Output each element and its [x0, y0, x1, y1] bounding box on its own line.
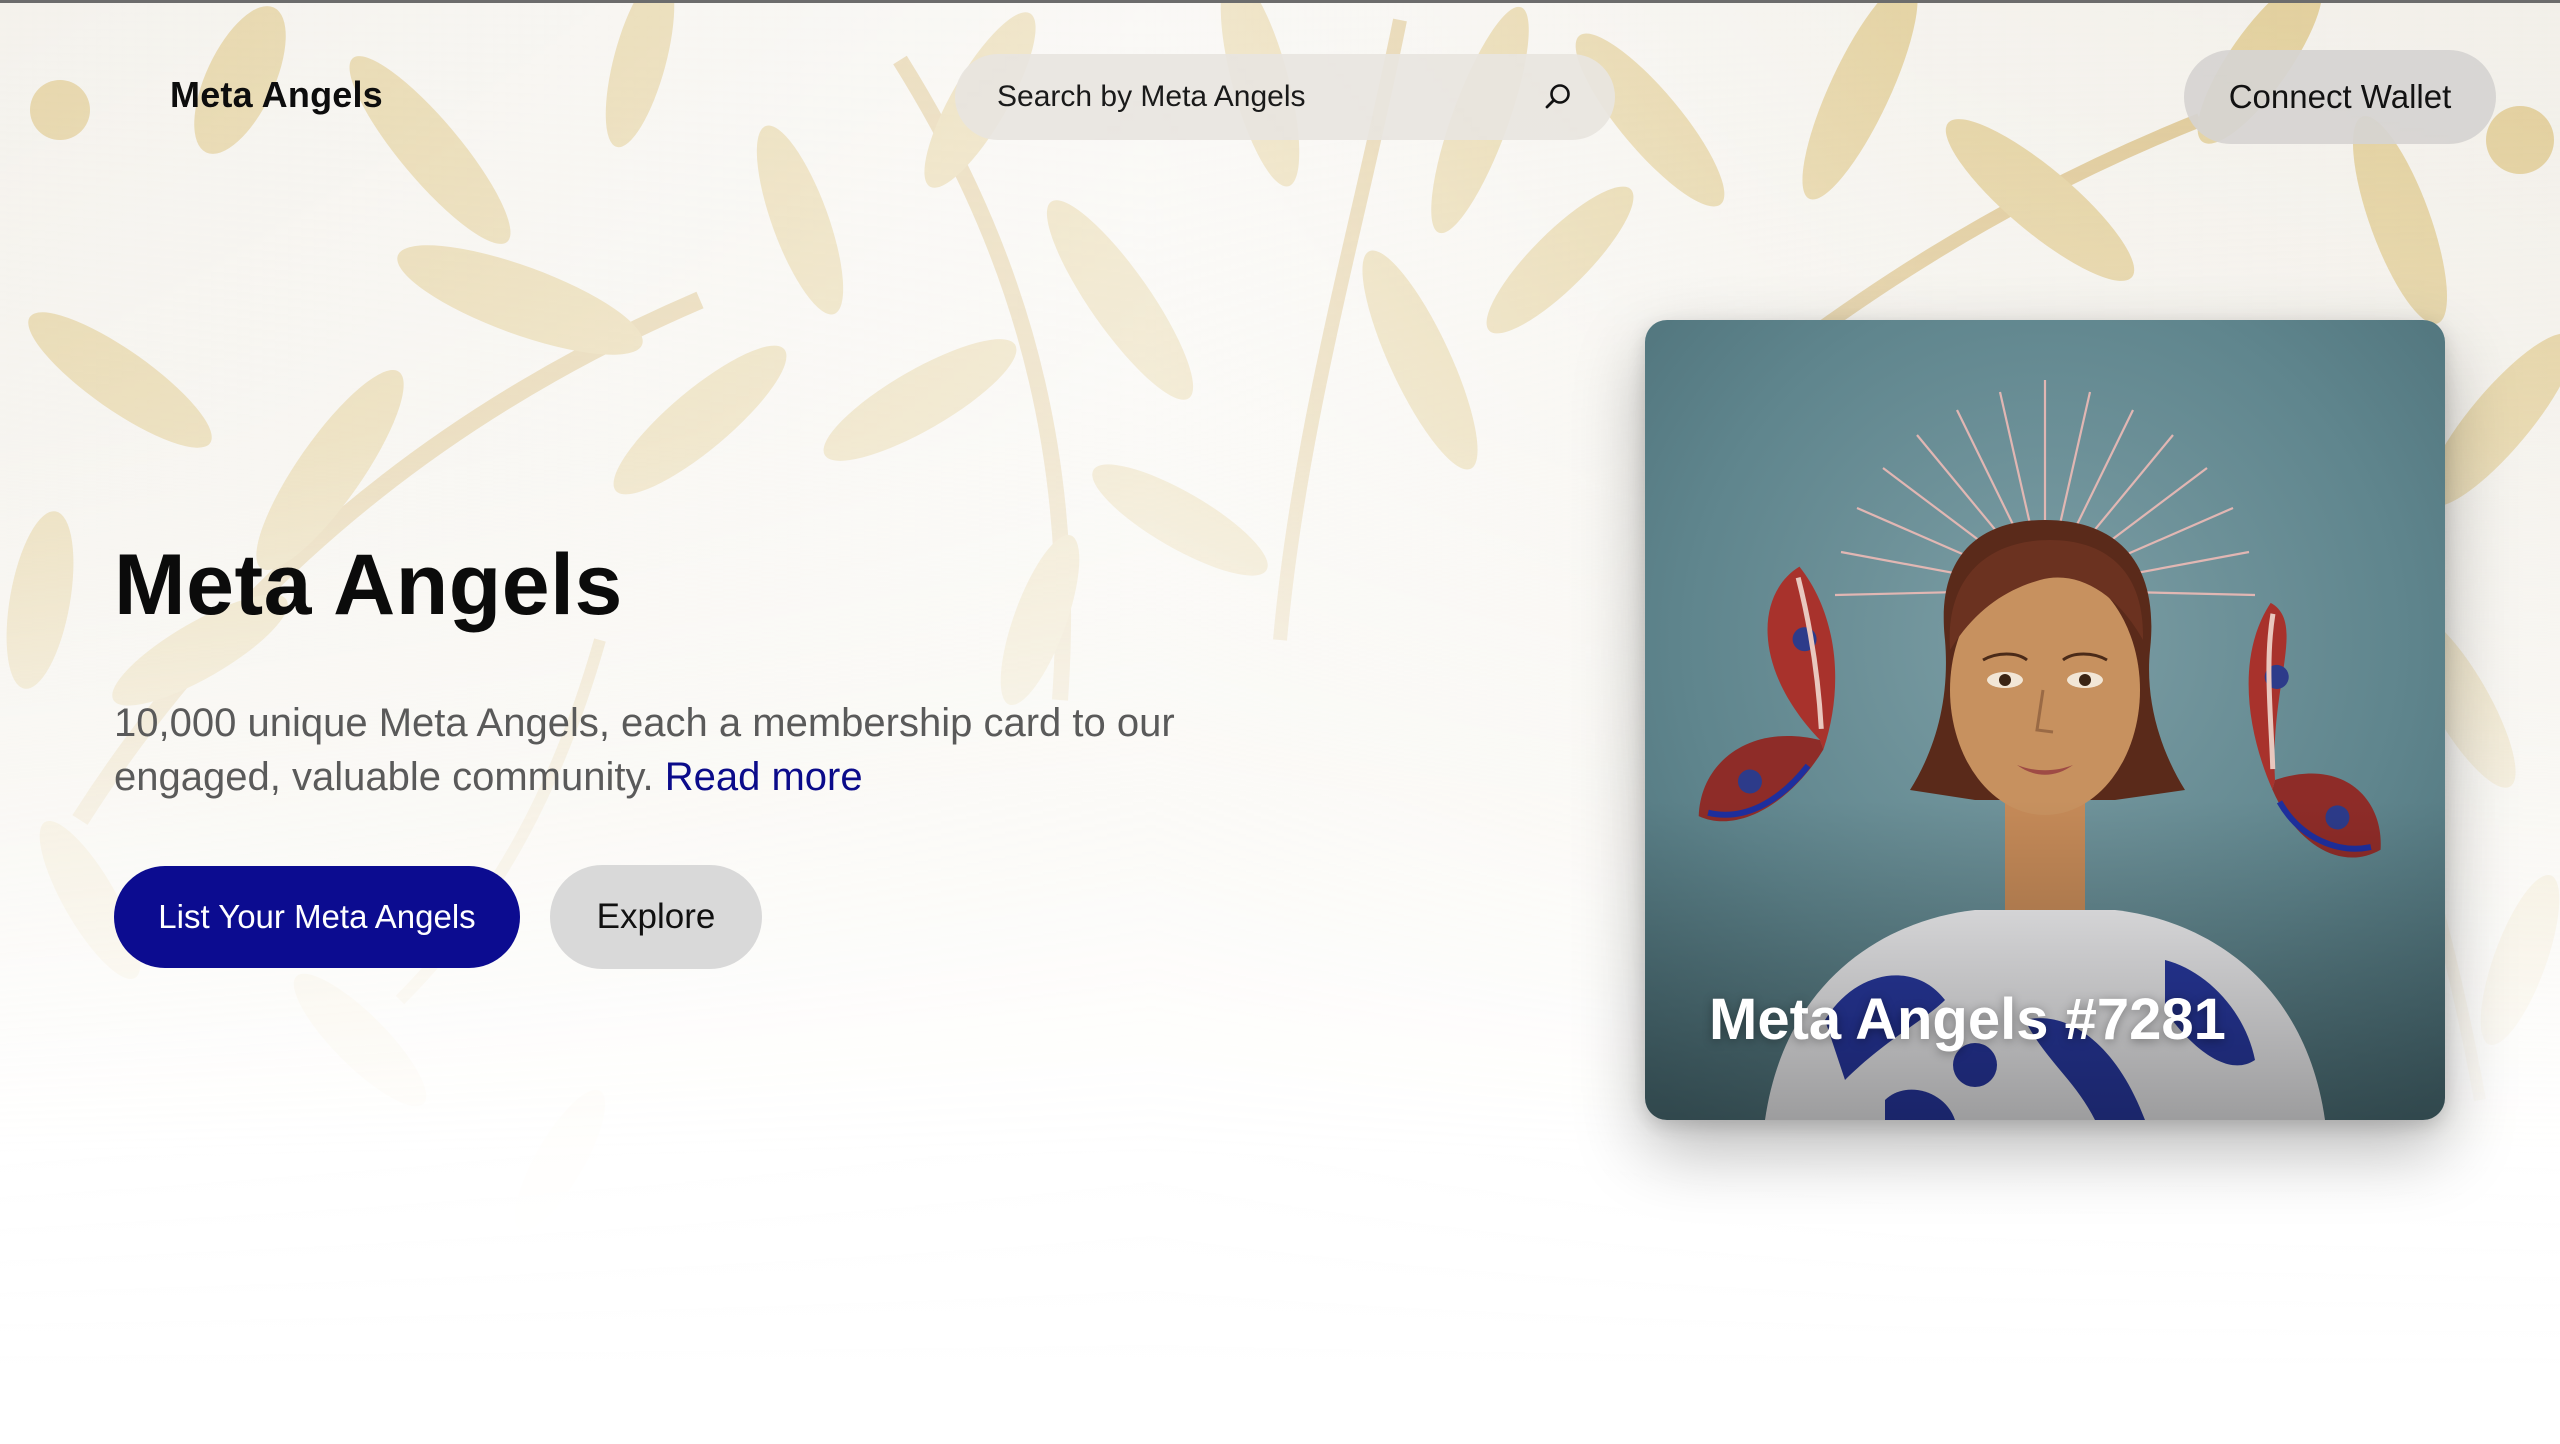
featured-nft-card[interactable]: Meta Angels #7281 — [1645, 320, 2445, 1120]
nft-card-title: Meta Angels #7281 — [1709, 987, 2226, 1052]
read-more-link[interactable]: Read more — [665, 755, 863, 799]
hero-description-text: 10,000 unique Meta Angels, each a member… — [114, 701, 1175, 799]
hero-description: 10,000 unique Meta Angels, each a member… — [114, 696, 1254, 804]
top-border — [0, 0, 2560, 3]
explore-button[interactable]: Explore — [550, 865, 762, 969]
list-your-meta-angels-button[interactable]: List Your Meta Angels — [114, 866, 520, 968]
hero-title: Meta Angels — [114, 537, 623, 633]
page: Meta Angels Connect Wallet Meta Angels 1… — [0, 0, 2560, 1444]
